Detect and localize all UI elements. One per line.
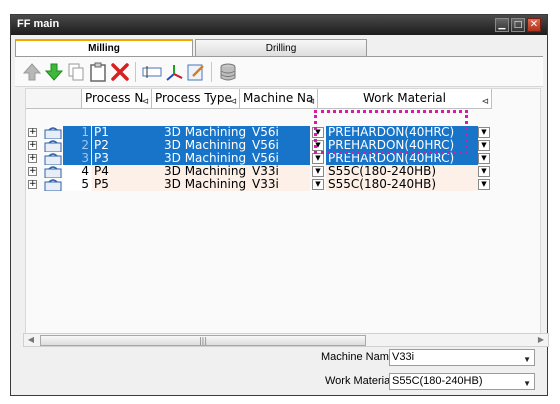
column-label: Machine Na <box>243 91 314 105</box>
toolbar-separator <box>211 62 212 82</box>
cell-work-material[interactable]: PREHARDON(40HRC) <box>326 152 478 165</box>
minimize-icon[interactable]: ▁ <box>495 18 509 32</box>
machine-dropdown-icon[interactable]: ▼ <box>312 127 324 138</box>
window-title: FF main <box>17 18 60 30</box>
table-row[interactable]: + 5 P5 3D Machining V33i ▼ S55C(180-240H… <box>26 178 492 192</box>
column-header-work-material[interactable]: Work Material ⊲ <box>318 89 492 109</box>
edit-icon[interactable] <box>185 61 207 83</box>
process-folder-icon <box>44 166 62 179</box>
process-folder-icon <box>44 179 62 192</box>
pin-icon[interactable]: ⊲ <box>481 93 489 108</box>
expand-icon[interactable]: + <box>28 167 37 176</box>
cell-process-type[interactable]: 3D Machining <box>162 165 250 178</box>
database-icon[interactable] <box>217 61 239 83</box>
column-header-machine-name[interactable]: Machine Na ⊲ <box>240 89 318 109</box>
scrollbar-thumb[interactable]: ||| <box>40 335 366 346</box>
cell-process-name[interactable]: P1 <box>92 126 162 139</box>
close-icon[interactable]: ✕ <box>527 18 541 32</box>
toolbar-separator <box>135 62 136 82</box>
cell-machine-name[interactable]: V56i <box>250 152 310 165</box>
machine-name-select[interactable]: V33i ▼ <box>389 349 535 366</box>
move-down-icon[interactable] <box>43 61 65 83</box>
machine-dropdown-icon[interactable]: ▼ <box>312 153 324 164</box>
pin-icon[interactable]: ⊲ <box>307 93 315 108</box>
coordinate-icon[interactable] <box>163 61 185 83</box>
pin-icon[interactable]: ⊲ <box>141 93 149 108</box>
cell-work-material[interactable]: PREHARDON(40HRC) <box>326 126 478 139</box>
cell-process-name[interactable]: P3 <box>92 152 162 165</box>
title-bar[interactable]: FF main ▁ □ ✕ <box>11 15 547 35</box>
cell-process-type[interactable]: 3D Machining <box>162 126 250 139</box>
work-material-value: S55C(180-240HB) <box>392 375 483 387</box>
move-up-icon[interactable] <box>21 61 43 83</box>
table-row[interactable]: + 2 P2 3D Machining V56i ▼ PREHARDON(40H… <box>26 139 492 153</box>
cell-process-type[interactable]: 3D Machining <box>162 152 250 165</box>
cell-machine-name[interactable]: V56i <box>250 139 310 152</box>
process-folder-icon <box>44 140 62 153</box>
material-dropdown-icon[interactable]: ▼ <box>478 166 490 177</box>
cell-machine-name[interactable]: V33i <box>250 165 310 178</box>
cell-process-type[interactable]: 3D Machining <box>162 139 250 152</box>
cell-process-name[interactable]: P4 <box>92 165 162 178</box>
expand-icon[interactable]: + <box>28 154 37 163</box>
horizontal-scrollbar[interactable]: ◀ ||| ▶ <box>23 333 549 347</box>
column-label: Process Type <box>155 91 232 105</box>
row-header-corner <box>26 89 82 109</box>
copy-icon[interactable] <box>65 61 87 83</box>
table-row[interactable]: + 4 P4 3D Machining V33i ▼ S55C(180-240H… <box>26 165 492 179</box>
cell-process-name[interactable]: P5 <box>92 178 162 191</box>
machine-name-label: Machine Name <box>321 351 395 363</box>
machine-name-value: V33i <box>392 351 415 363</box>
column-header-process-type[interactable]: Process Type ⊲ <box>152 89 240 109</box>
paste-icon[interactable] <box>87 61 109 83</box>
cell-work-material[interactable]: S55C(180-240HB) <box>326 165 478 178</box>
cell-process-name[interactable]: P2 <box>92 139 162 152</box>
expand-icon[interactable]: + <box>28 180 37 189</box>
rename-icon[interactable] <box>141 61 163 83</box>
material-dropdown-icon[interactable]: ▼ <box>478 179 490 190</box>
column-header-process-name[interactable]: Process N ⊲ <box>82 89 152 109</box>
scroll-left-icon[interactable]: ◀ <box>25 335 37 346</box>
delete-icon[interactable] <box>109 61 131 83</box>
work-material-label: Work Material <box>325 375 393 387</box>
chevron-down-icon[interactable]: ▼ <box>523 352 531 367</box>
expand-icon[interactable]: + <box>28 128 37 137</box>
material-dropdown-icon[interactable]: ▼ <box>478 153 490 164</box>
maximize-icon[interactable]: □ <box>511 18 525 32</box>
tab-milling[interactable]: Milling <box>15 39 193 57</box>
process-grid: Process N ⊲ Process Type ⊲ Machine Na ⊲ Wor… <box>25 88 541 335</box>
pin-icon[interactable]: ⊲ <box>229 93 237 108</box>
machine-dropdown-icon[interactable]: ▼ <box>312 140 324 151</box>
ff-main-window: FF main ▁ □ ✕ Milling Drilling Process N… <box>10 14 549 396</box>
cell-process-type[interactable]: 3D Machining <box>162 178 250 191</box>
machine-dropdown-icon[interactable]: ▼ <box>312 166 324 177</box>
tab-drilling[interactable]: Drilling <box>195 39 367 57</box>
material-dropdown-icon[interactable]: ▼ <box>478 127 490 138</box>
process-folder-icon <box>44 127 62 140</box>
row-number: 5 <box>63 178 91 191</box>
table-row[interactable]: + 1 P1 3D Machining V56i ▼ PREHARDON(40H… <box>26 126 492 140</box>
table-row[interactable]: + 3 P3 3D Machining V56i ▼ PREHARDON(40H… <box>26 152 492 166</box>
cell-work-material[interactable]: S55C(180-240HB) <box>326 178 478 191</box>
machine-dropdown-icon[interactable]: ▼ <box>312 179 324 190</box>
material-dropdown-icon[interactable]: ▼ <box>478 140 490 151</box>
chevron-down-icon[interactable]: ▼ <box>523 376 531 391</box>
expand-icon[interactable]: + <box>28 141 37 150</box>
column-label: Process N <box>85 91 144 105</box>
process-folder-icon <box>44 153 62 166</box>
work-material-select[interactable]: S55C(180-240HB) ▼ <box>389 373 535 390</box>
cell-work-material[interactable]: PREHARDON(40HRC) <box>326 139 478 152</box>
column-label: Work Material <box>363 91 446 105</box>
cell-machine-name[interactable]: V33i <box>250 178 310 191</box>
toolbar <box>15 57 543 87</box>
scroll-right-icon[interactable]: ▶ <box>535 335 547 346</box>
cell-machine-name[interactable]: V56i <box>250 126 310 139</box>
